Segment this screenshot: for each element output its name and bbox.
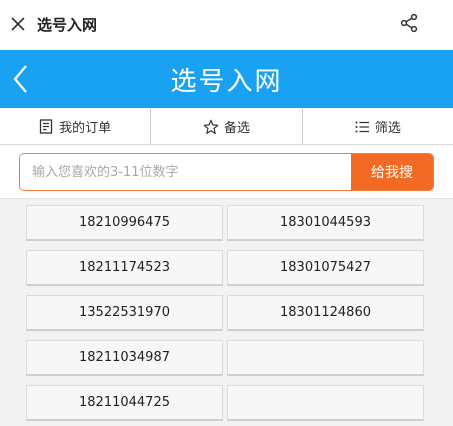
tab-favorites[interactable]: 备选 <box>151 109 303 144</box>
order-list-icon <box>40 119 53 134</box>
tab-label: 我的订单 <box>59 121 112 136</box>
star-icon <box>203 119 219 134</box>
topbar-title: 选号入网 <box>37 15 98 34</box>
share-icon[interactable] <box>399 13 419 33</box>
number-search-input[interactable] <box>20 154 351 190</box>
number-cell[interactable] <box>227 385 424 421</box>
number-cell[interactable] <box>227 340 424 376</box>
number-cell[interactable]: 18210996475 <box>26 205 223 241</box>
tab-bar: 我的订单 备选 筛选 <box>0 109 453 145</box>
page-header: 选号入网 <box>0 50 453 108</box>
number-cell[interactable]: 18301044593 <box>227 205 424 241</box>
list-filter-icon <box>355 121 369 132</box>
number-cell[interactable]: 18211034987 <box>26 340 223 376</box>
number-cell[interactable]: 18301124860 <box>227 295 424 331</box>
number-cell[interactable]: 18211174523 <box>26 250 223 286</box>
back-arrow-icon[interactable] <box>10 64 32 94</box>
page-title: 选号入网 <box>170 66 283 97</box>
tab-my-orders[interactable]: 我的订单 <box>0 109 152 144</box>
browser-topbar: 选号入网 <box>0 0 453 48</box>
search-button[interactable]: 给我搜 <box>351 154 433 190</box>
tab-filter[interactable]: 筛选 <box>303 109 453 144</box>
search-bar: 给我搜 <box>19 153 434 191</box>
number-grid: 18210996475 18301044593 18211174523 1830… <box>0 198 453 426</box>
number-cell[interactable]: 18211044725 <box>26 385 223 421</box>
close-icon[interactable] <box>7 13 29 35</box>
number-cell[interactable]: 18301075427 <box>227 250 424 286</box>
tab-label: 备选 <box>223 121 250 136</box>
number-cell[interactable]: 13522531970 <box>26 295 223 331</box>
tab-label: 筛选 <box>374 121 401 136</box>
